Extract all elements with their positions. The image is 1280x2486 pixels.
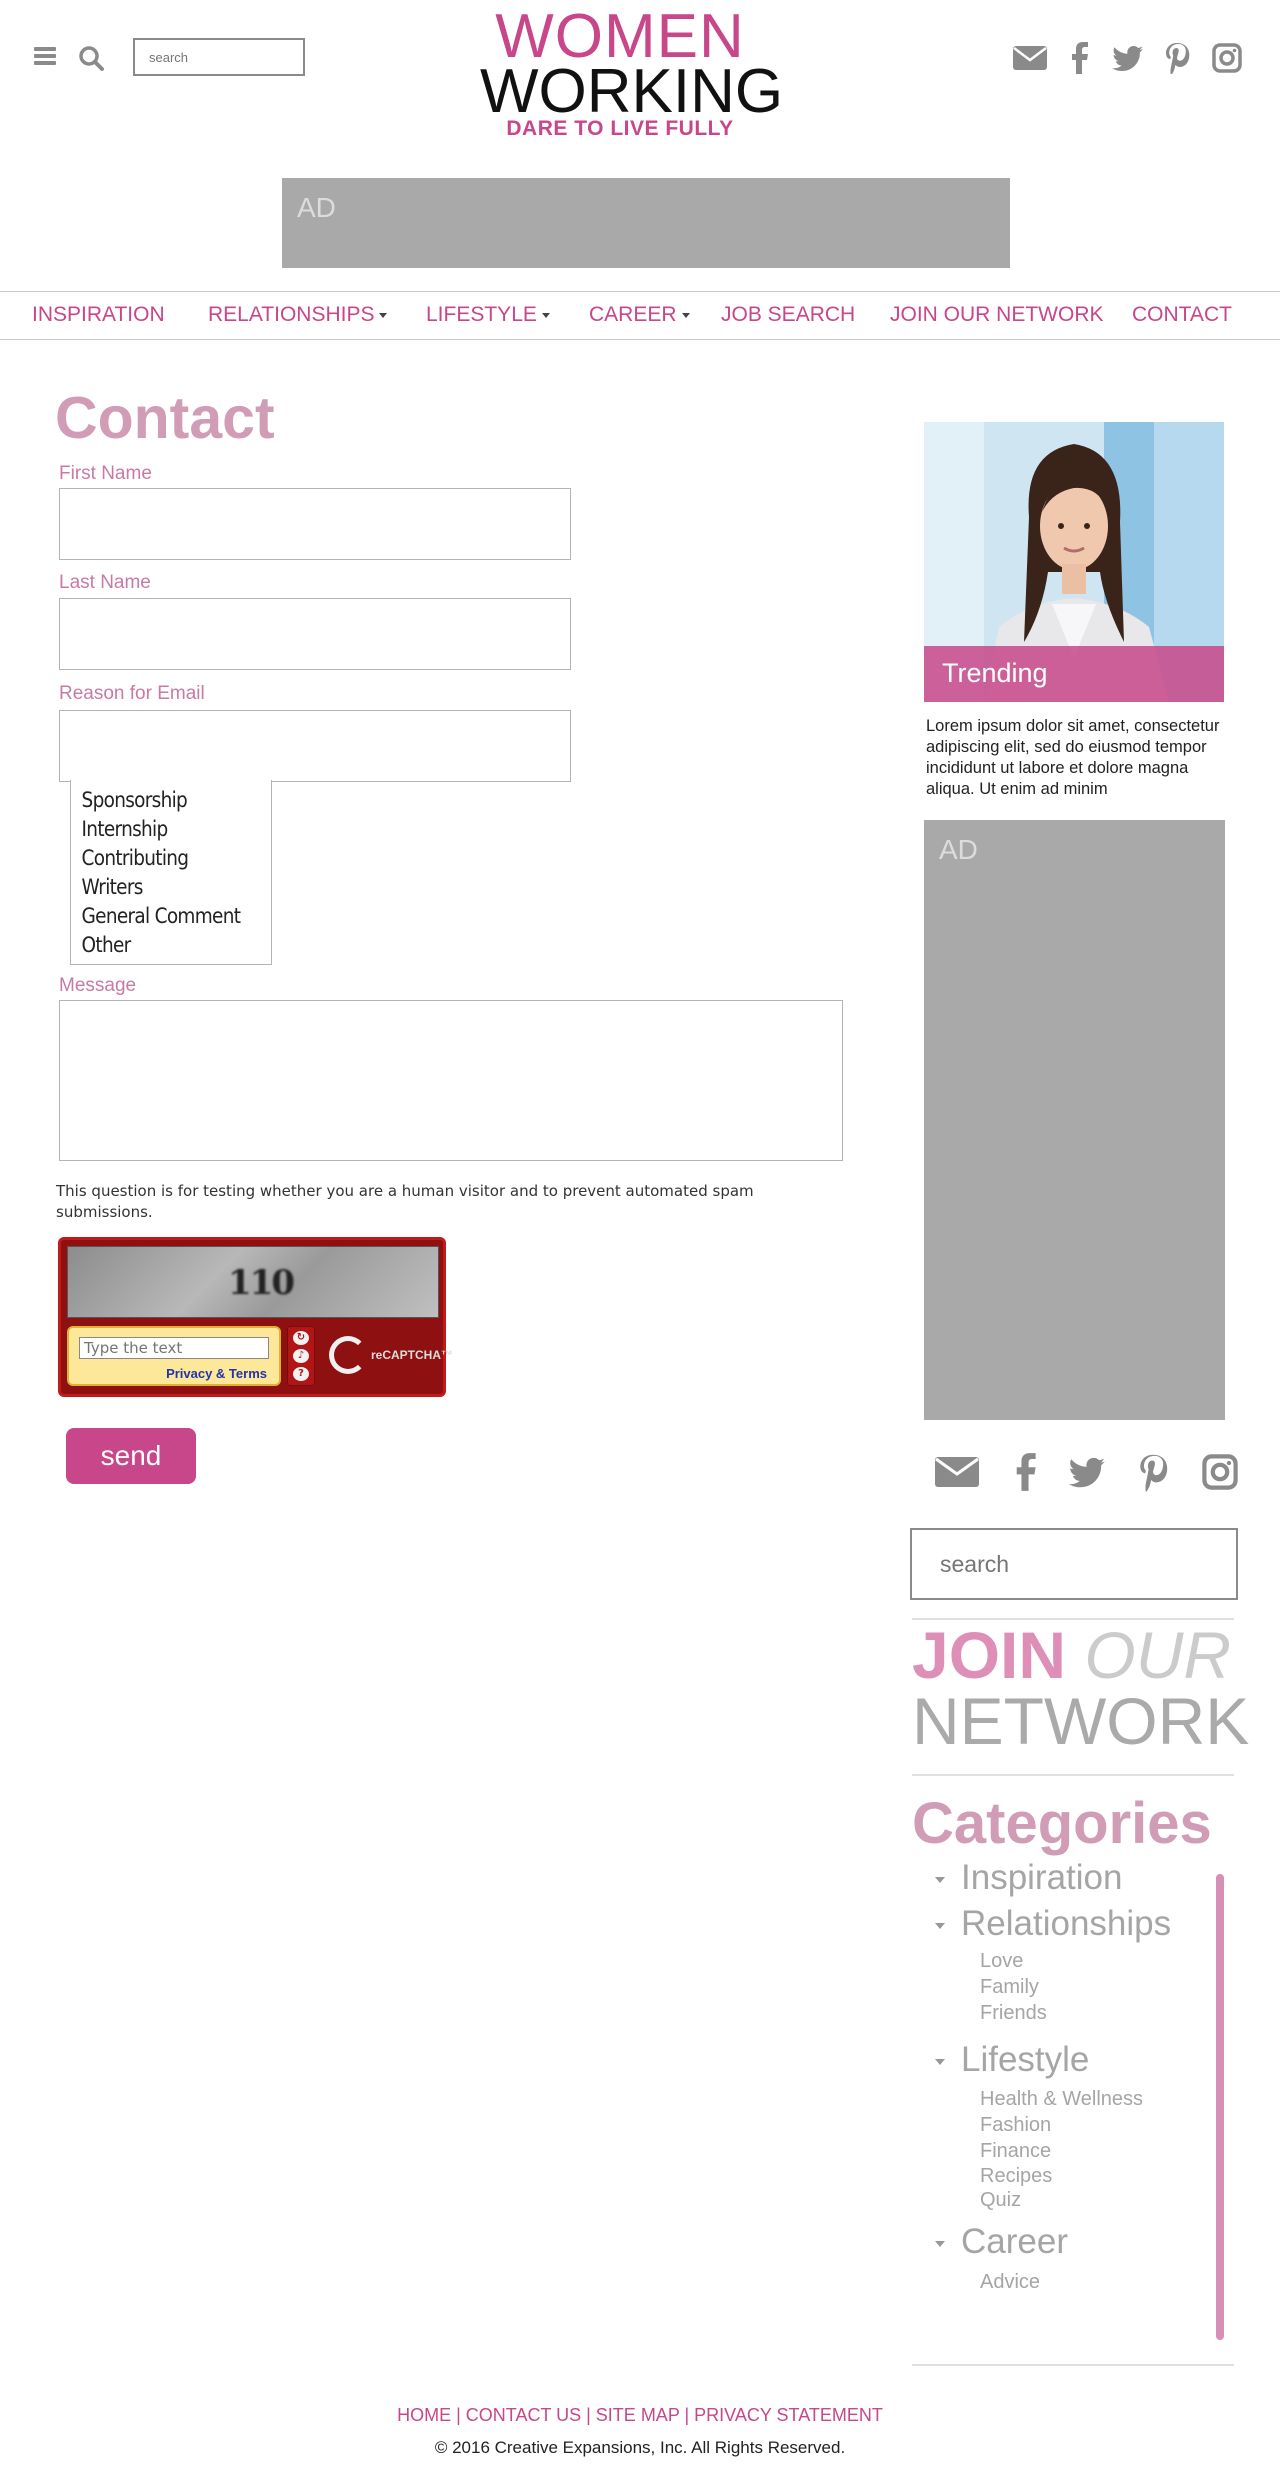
pinterest-icon[interactable]: [1164, 42, 1190, 74]
subcategory-advice[interactable]: Advice: [980, 2271, 1040, 2294]
expand-arrow-icon: [935, 2058, 945, 2065]
subcategory-health-wellness[interactable]: Health & Wellness: [980, 2088, 1143, 2111]
reason-option[interactable]: Contributing Writers: [71, 844, 247, 902]
last-name-label: Last Name: [59, 572, 151, 593]
captcha-image: 110: [67, 1246, 439, 1318]
email-icon[interactable]: [934, 1452, 980, 1492]
expand-arrow-icon: [935, 1876, 945, 1883]
pinterest-icon[interactable]: [1138, 1452, 1168, 1492]
email-icon[interactable]: [1012, 42, 1048, 74]
nav-item-job-search[interactable]: JOB SEARCH: [721, 303, 855, 327]
category-inspiration[interactable]: Inspiration: [935, 1858, 1122, 1898]
twitter-icon[interactable]: [1066, 1452, 1106, 1492]
recaptcha-logo: reCAPTCHA™: [321, 1326, 453, 1386]
trending-excerpt: Lorem ipsum dolor sit amet, consectetur …: [926, 717, 1220, 798]
header-search-input[interactable]: [133, 38, 305, 76]
subcategory-love[interactable]: Love: [980, 1950, 1023, 1973]
nav-item-lifestyle[interactable]: LIFESTYLE: [426, 303, 550, 327]
nav-item-inspiration[interactable]: INSPIRATION: [32, 303, 165, 327]
dropdown-caret-icon: [379, 312, 388, 318]
category-relationships[interactable]: Relationships: [935, 1904, 1171, 1944]
expand-arrow-icon: [935, 2240, 945, 2247]
ad-label: AD: [297, 192, 336, 223]
logo-line2: WORKING: [480, 57, 784, 126]
divider: [912, 2364, 1234, 2366]
first-name-label: First Name: [59, 463, 152, 484]
facebook-icon[interactable]: [1012, 1452, 1038, 1492]
trending-label: Trending: [942, 658, 1048, 688]
captcha-input[interactable]: [79, 1337, 269, 1359]
dropdown-caret-icon: [681, 312, 690, 318]
main-nav: INSPIRATION RELATIONSHIPS LIFESTYLE CARE…: [0, 292, 1280, 340]
subcategory-finance[interactable]: Finance: [980, 2140, 1051, 2163]
subcategory-quiz[interactable]: Quiz: [980, 2189, 1021, 2212]
header-ad[interactable]: AD: [282, 178, 1010, 268]
reason-option[interactable]: Sponsorship: [71, 786, 247, 815]
ad-label: AD: [939, 834, 978, 865]
twitter-icon[interactable]: [1110, 42, 1144, 74]
sidebar-search-input[interactable]: [910, 1528, 1238, 1600]
footer-links[interactable]: HOME | CONTACT US | SITE MAP | PRIVACY S…: [0, 2405, 1280, 2426]
reason-dropdown-list: Sponsorship Internship Contributing Writ…: [70, 780, 272, 965]
message-label: Message: [59, 975, 137, 996]
captcha-widget: 110 Privacy & Terms ↻ ♪ ? reCAPTCHA™: [58, 1237, 453, 1397]
join-our-network-link[interactable]: JOIN OUR NETWORK: [912, 1622, 1249, 1754]
subcategory-recipes[interactable]: Recipes: [980, 2165, 1052, 2188]
logo-tagline: DARE TO LIVE FULLY: [506, 117, 734, 140]
instagram-icon[interactable]: [1212, 42, 1242, 74]
nav-item-join-our-network[interactable]: JOIN OUR NETWORK: [890, 303, 1104, 327]
audio-icon[interactable]: ♪: [293, 1349, 309, 1363]
subcategory-family[interactable]: Family: [980, 1976, 1039, 1999]
captcha-privacy-link[interactable]: Privacy & Terms: [166, 1366, 267, 1381]
page-title: Contact: [55, 385, 275, 451]
instagram-icon[interactable]: [1202, 1452, 1238, 1492]
facebook-icon[interactable]: [1068, 42, 1090, 74]
subcategory-friends[interactable]: Friends: [980, 2002, 1047, 2025]
captcha-input-box: Privacy & Terms: [67, 1326, 281, 1386]
search-icon[interactable]: [78, 45, 104, 71]
category-lifestyle[interactable]: Lifestyle: [935, 2040, 1089, 2080]
categories-scrollbar-thumb[interactable]: [1216, 1874, 1224, 2340]
trending-card[interactable]: Trending: [924, 422, 1224, 702]
refresh-icon[interactable]: ↻: [293, 1331, 309, 1345]
reason-label: Reason for Email: [59, 683, 205, 704]
divider: [912, 1774, 1234, 1776]
nav-item-contact[interactable]: CONTACT: [1132, 303, 1232, 327]
reason-option[interactable]: Other: [71, 931, 247, 960]
reason-option[interactable]: General Comment: [71, 902, 247, 931]
captcha-note: This question is for testing whether you…: [56, 1182, 754, 1221]
reason-select[interactable]: [59, 710, 571, 782]
nav-item-relationships[interactable]: RELATIONSHIPS: [208, 303, 388, 327]
help-icon[interactable]: ?: [293, 1367, 309, 1381]
expand-arrow-icon: [935, 1922, 945, 1929]
site-logo[interactable]: WOMEN WORKING DARE TO LIVE FULLY: [480, 6, 784, 140]
menu-icon[interactable]: [34, 47, 56, 65]
captcha-controls: ↻ ♪ ?: [287, 1326, 315, 1386]
sidebar-ad[interactable]: AD: [924, 820, 1225, 1420]
last-name-input[interactable]: [59, 598, 571, 670]
message-textarea[interactable]: [59, 1000, 843, 1161]
category-career[interactable]: Career: [935, 2222, 1068, 2262]
first-name-input[interactable]: [59, 488, 571, 560]
dropdown-caret-icon: [541, 312, 550, 318]
categories-title: Categories: [912, 1791, 1212, 1856]
reason-option[interactable]: Internship: [71, 815, 247, 844]
nav-item-career[interactable]: CAREER: [589, 303, 690, 327]
footer-copyright: © 2016 Creative Expansions, Inc. All Rig…: [434, 2438, 846, 2457]
subcategory-fashion[interactable]: Fashion: [980, 2114, 1051, 2137]
recaptcha-swirl-icon: [329, 1336, 367, 1374]
send-button[interactable]: send: [66, 1428, 196, 1484]
